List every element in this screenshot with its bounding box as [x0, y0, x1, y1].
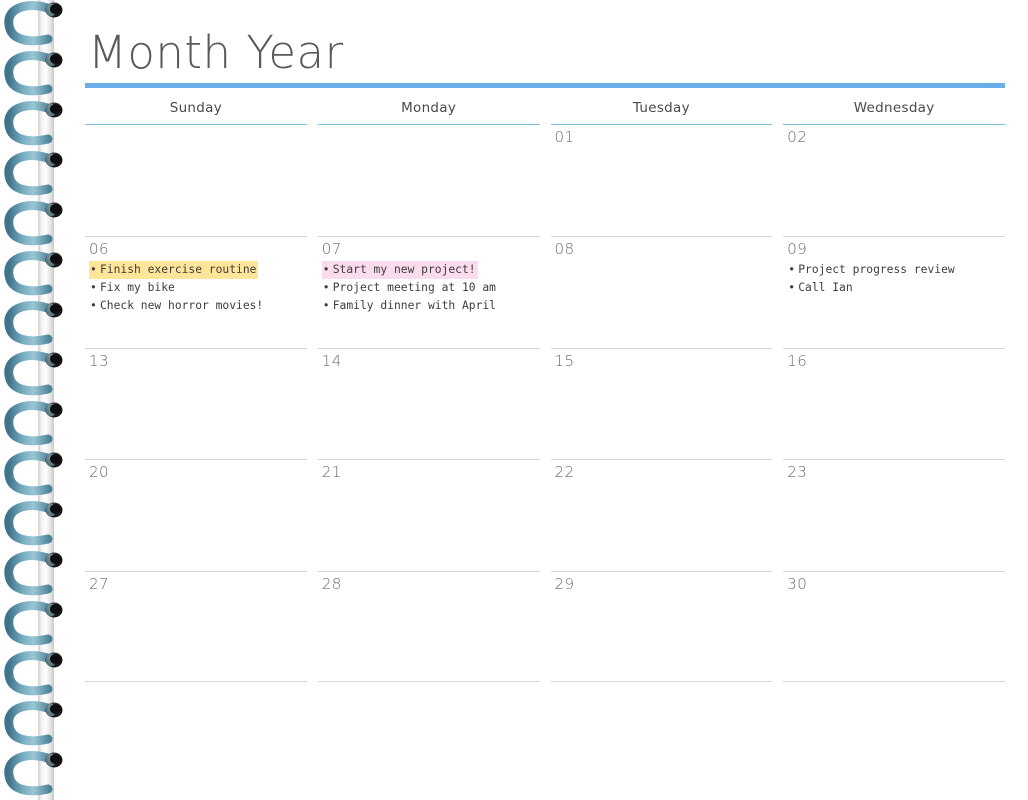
bullet-icon: • — [90, 281, 97, 295]
spiral-binding — [0, 0, 72, 800]
event-item[interactable]: • Start my new project! — [321, 261, 478, 280]
day-cell-01[interactable]: 01 — [551, 125, 773, 236]
event-text: Family dinner with April — [332, 299, 496, 313]
event-text: Project meeting at 10 am — [332, 281, 496, 295]
day-cell-14[interactable]: 14 — [317, 347, 540, 459]
day-cell-21[interactable]: 21 — [317, 459, 540, 570]
bullet-icon: • — [90, 263, 97, 277]
date-number: 27 — [89, 574, 110, 593]
day-cell-02[interactable]: 02 — [783, 125, 1005, 236]
event-item[interactable]: • Call Ian — [787, 279, 854, 297]
day-header-monday: Monday — [317, 95, 540, 125]
day-of-week-header: Sunday Monday Tuesday Wednesday — [85, 95, 1005, 125]
bullet-icon: • — [90, 299, 97, 313]
page-title: Month Year — [88, 26, 344, 79]
bullet-icon: • — [788, 281, 796, 295]
event-text: Start my new project! — [332, 263, 476, 277]
date-number: 09 — [787, 240, 808, 259]
calendar: Month Year Sunday Monday Tuesday Wednesday … — [85, 0, 1005, 800]
day-cell-20[interactable]: 20 — [85, 459, 307, 570]
day-cell-08[interactable]: 08 — [550, 236, 773, 347]
event-list: • Finish exercise routine • Fix my bike • Che… — [89, 261, 303, 315]
date-number: 29 — [554, 574, 575, 593]
day-cell-09[interactable]: 09 • Project progress review • Call Ian — [783, 236, 1005, 347]
week-row: 20 21 22 23 — [85, 459, 1005, 570]
bullet-icon: • — [788, 263, 796, 277]
event-item[interactable]: • Check new horror movies! — [89, 297, 265, 315]
event-item[interactable]: • Family dinner with April — [322, 297, 498, 315]
date-number: 02 — [787, 128, 808, 146]
date-number: 16 — [787, 351, 808, 370]
date-number: 22 — [554, 463, 575, 482]
event-text: Fix my bike — [100, 281, 175, 295]
calendar-grid: 01 02 06 • Finish exercise routine • Fix my bi… — [85, 125, 1005, 682]
date-number: 13 — [89, 351, 110, 370]
date-number: 30 — [787, 574, 808, 593]
event-text: Finish exercise routine — [100, 263, 257, 277]
date-number: 20 — [89, 463, 110, 482]
day-cell-23[interactable]: 23 — [783, 459, 1005, 570]
date-number: 23 — [787, 463, 808, 482]
event-text: Check new horror movies! — [100, 299, 264, 313]
date-number: 01 — [554, 128, 575, 146]
event-item[interactable]: • Project progress review — [787, 261, 956, 279]
bullet-icon: • — [322, 263, 330, 277]
day-cell-16[interactable]: 16 — [783, 347, 1005, 459]
week-row: 01 02 — [85, 125, 1005, 236]
event-text: Project progress review — [798, 263, 955, 277]
date-number: 08 — [554, 240, 575, 259]
day-cell-07[interactable]: 07 • Start my new project! • Project meeting… — [317, 236, 540, 347]
week-row: 13 14 15 16 — [85, 347, 1005, 459]
day-header-wednesday: Wednesday — [783, 95, 1005, 125]
day-header-tuesday: Tuesday — [550, 95, 773, 125]
title-divider — [85, 83, 1005, 88]
date-number: 15 — [554, 351, 575, 370]
day-cell-13[interactable]: 13 — [85, 347, 307, 459]
date-number: 07 — [321, 240, 342, 259]
date-number: 21 — [321, 463, 342, 482]
bullet-icon: • — [322, 299, 330, 313]
bullet-icon: • — [322, 281, 330, 295]
week-row: 27 28 29 30 — [85, 570, 1005, 682]
day-cell-30[interactable]: 30 — [783, 570, 1005, 682]
day-cell-06[interactable]: 06 • Finish exercise routine • Fix my bike • C… — [85, 236, 307, 347]
day-cell-22[interactable]: 22 — [550, 459, 773, 570]
day-cell-empty[interactable] — [318, 125, 540, 236]
event-item[interactable]: • Fix my bike — [89, 279, 177, 297]
event-text: Call Ian — [798, 281, 853, 295]
day-cell-29[interactable]: 29 — [550, 570, 773, 682]
day-cell-27[interactable]: 27 — [85, 570, 307, 682]
event-list: • Start my new project! • Project meeting a… — [321, 261, 536, 315]
event-item[interactable]: • Finish exercise routine — [89, 261, 259, 280]
date-number: 14 — [321, 351, 342, 370]
day-cell-empty[interactable] — [85, 125, 307, 236]
event-item[interactable]: • Project meeting at 10 am — [322, 279, 498, 297]
day-cell-28[interactable]: 28 — [317, 570, 540, 682]
planner-page: Month Year Sunday Monday Tuesday Wednesday … — [0, 0, 1028, 800]
week-row: 06 • Finish exercise routine • Fix my bike • C… — [85, 236, 1005, 347]
event-list: • Project progress review • Call Ian — [787, 261, 1001, 297]
date-number: 06 — [89, 240, 110, 259]
day-cell-15[interactable]: 15 — [550, 347, 773, 459]
date-number: 28 — [321, 574, 342, 593]
day-header-sunday: Sunday — [85, 95, 307, 125]
